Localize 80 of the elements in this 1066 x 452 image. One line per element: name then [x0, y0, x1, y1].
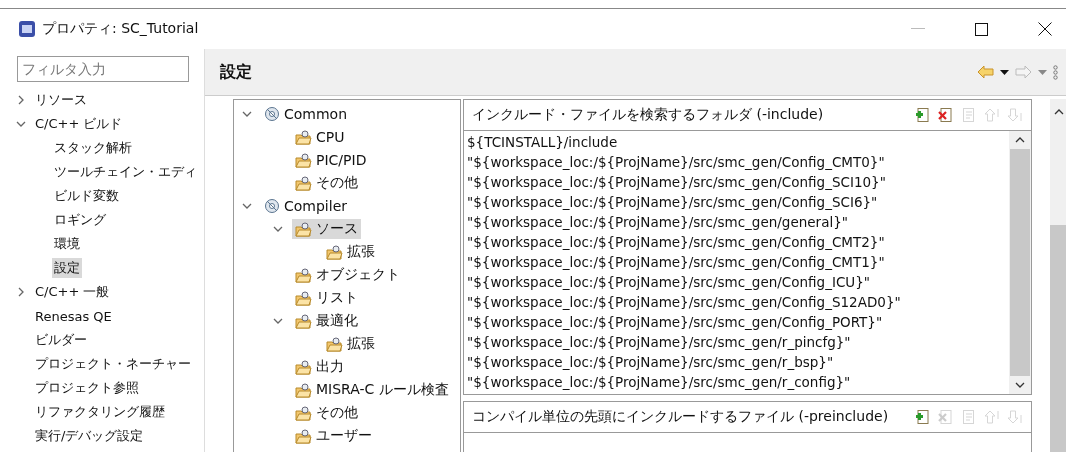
list-item[interactable]: "${workspace_loc:/${ProjName}/src/smc_gen/Config_CMT1}" [467, 252, 1009, 272]
dropdown-caret-icon[interactable] [1000, 69, 1009, 75]
folder-icon [295, 151, 312, 168]
tree-item[interactable]: MISRA-C ルール検査 [292, 379, 452, 400]
filter-field[interactable]: フィルタ入力 [17, 56, 189, 82]
add-icon[interactable] [915, 107, 931, 123]
window-title: プロパティ: SC_Tutorial [42, 20, 199, 38]
folder-icon [326, 243, 343, 260]
sidebar-item[interactable]: C/C++ ビルド [33, 114, 125, 134]
list-item[interactable]: "${workspace_loc:/${ProjName}/src/smc_gen/Config_ICU}" [467, 272, 1009, 292]
list-item[interactable]: "${workspace_loc:/${ProjName}/src/smc_gen/Config_SCI6}" [467, 192, 1009, 212]
scroll-up-icon[interactable] [1015, 137, 1025, 143]
chevron-right-icon[interactable] [16, 95, 26, 105]
sidebar-item[interactable]: 設定 [52, 258, 82, 278]
folder-icon [326, 335, 343, 352]
chevron-right-icon[interactable] [16, 287, 26, 297]
scroll-up-icon[interactable] [1054, 109, 1064, 115]
list-item[interactable]: "${workspace_loc:/${ProjName}/src/smc_gen/Config_CMT0}" [467, 152, 1009, 172]
sidebar-item[interactable]: ビルダー [33, 330, 89, 350]
sidebar-item[interactable]: プロジェクト・ネーチャー [33, 354, 193, 374]
folder-icon [295, 174, 312, 191]
folder-icon [295, 381, 312, 398]
sidebar-item[interactable]: プロジェクト参照 [33, 378, 141, 398]
tree-item[interactable]: 拡張 [323, 241, 378, 262]
tree-item[interactable]: その他 [292, 172, 361, 193]
tree-item[interactable]: PIC/PID [292, 150, 370, 169]
list-item[interactable]: "${workspace_loc:/${ProjName}/src/smc_gen/Config_CMT2}" [467, 232, 1009, 252]
list-item[interactable]: "${workspace_loc:/${ProjName}/src/smc_gen/Config_PORT}" [467, 312, 1009, 332]
sidebar-item[interactable]: 環境 [52, 234, 82, 254]
list-item[interactable]: "${workspace_loc:/${ProjName}/src/smc_gen/general}" [467, 212, 1009, 232]
tree-item[interactable]: Common [261, 104, 351, 123]
folder-icon [295, 266, 312, 283]
tree-item[interactable]: その他 [292, 402, 361, 423]
sidebar-item[interactable]: Renesas QE [33, 307, 114, 325]
back-arrow-icon[interactable] [977, 65, 994, 79]
folder-icon [295, 358, 312, 375]
folder-icon [295, 427, 312, 444]
sidebar-item[interactable]: スタック解析 [52, 138, 134, 158]
sidebar-item[interactable]: 実行/デバッグ設定 [33, 426, 146, 446]
scroll-thumb[interactable] [1050, 225, 1066, 452]
tree-item[interactable]: ソース [292, 218, 361, 239]
sidebar-item[interactable]: リファクタリング履歴 [33, 402, 167, 422]
more-options-icon[interactable] [1053, 64, 1058, 80]
sidebar-item[interactable]: リソース [33, 90, 89, 110]
scroll-thumb[interactable] [1010, 149, 1030, 376]
sidebar-item[interactable]: ツールチェイン・エディ [52, 162, 199, 182]
sidebar-item[interactable]: C/C++ 一般 [33, 282, 112, 302]
tree-item[interactable]: Compiler [261, 196, 350, 215]
close-icon[interactable] [1038, 22, 1052, 36]
tree-item[interactable]: リスト [292, 287, 361, 308]
scrollbar[interactable] [1050, 99, 1066, 452]
folder-icon [295, 312, 312, 329]
tree-item[interactable]: ユーザー [292, 425, 375, 446]
list-item[interactable]: ${TCINSTALL}/include [467, 132, 1009, 152]
list-item[interactable]: "${workspace_loc:/${ProjName}/src/smc_gen/Config_SCI10}" [467, 172, 1009, 192]
add-icon[interactable] [915, 409, 931, 425]
sidebar-item[interactable]: ロギング [52, 210, 108, 230]
tree-item[interactable]: 出力 [292, 356, 347, 377]
tree-item[interactable]: CPU [292, 127, 348, 146]
scrollbar[interactable] [1009, 131, 1031, 394]
scroll-down-icon[interactable] [1015, 382, 1025, 388]
list-item[interactable]: "${workspace_loc:/${ProjName}/src/smc_gen/r_config}" [467, 372, 1009, 392]
tree-item[interactable]: オブジェクト [292, 264, 403, 285]
page-title: 設定 [220, 61, 252, 83]
panel-title: コンパイル単位の先頭にインクルードするファイル (-preinclude) [472, 408, 889, 426]
folder-icon [295, 128, 312, 145]
folder-icon [295, 404, 312, 421]
list-item[interactable]: "${workspace_loc:/${ProjName}/src/smc_gen/r_pincfg}" [467, 332, 1009, 352]
tree-item[interactable]: 最適化 [292, 310, 361, 331]
chevron-down-icon[interactable] [16, 119, 26, 129]
sidebar-item[interactable]: ビルド変数 [52, 186, 121, 206]
maximize-icon[interactable] [975, 22, 988, 36]
list-item[interactable]: "${workspace_loc:/${ProjName}/src/smc_gen/Config_S12AD0}" [467, 292, 1009, 312]
delete-icon[interactable] [938, 107, 954, 123]
panel-title: インクルード・ファイルを検索するフォルダ (-include) [472, 106, 824, 124]
folder-icon [295, 220, 312, 237]
list-item[interactable]: "${workspace_loc:/${ProjName}/src/smc_gen/r_bsp}" [467, 352, 1009, 372]
tree-item[interactable]: 拡張 [323, 333, 378, 354]
folder-icon [295, 289, 312, 306]
app-icon [18, 20, 36, 38]
